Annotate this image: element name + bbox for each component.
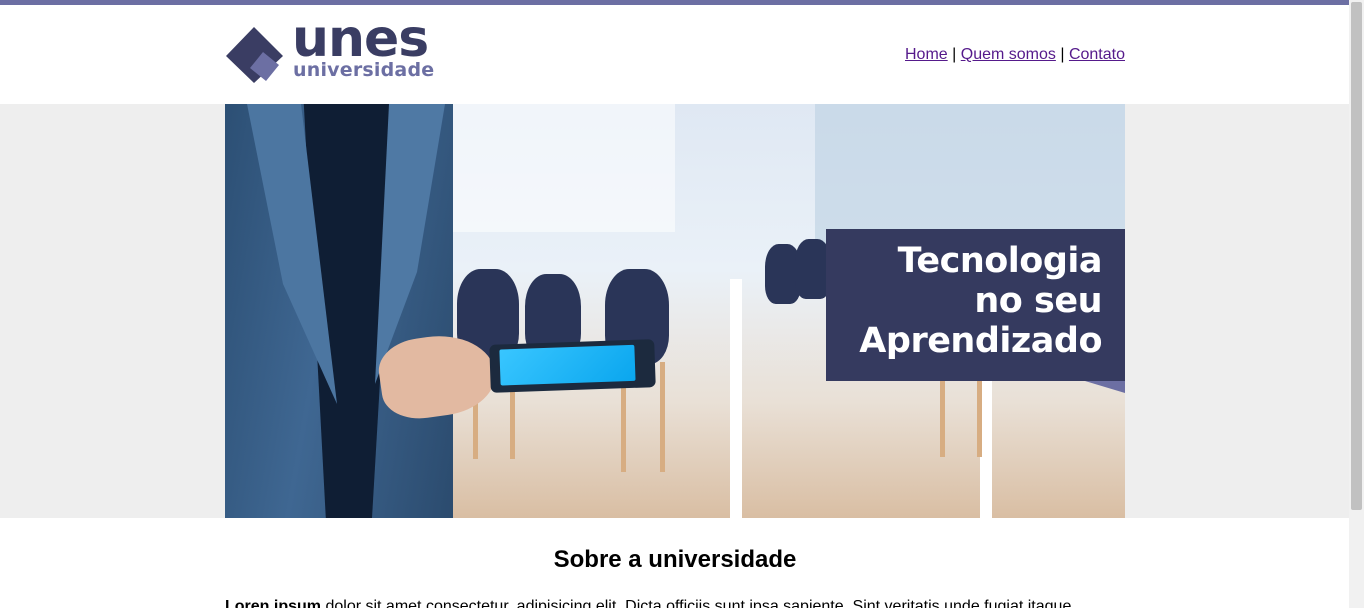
intro-paragraph: Loren ipsum dolor sit amet consectetur, … [225, 596, 1125, 608]
hero-chair-leg [660, 362, 665, 472]
nav-link-quem-somos[interactable]: Quem somos [961, 46, 1056, 63]
hero-tagline-line: Aprendizado [859, 321, 1102, 361]
logo-wordmark: unes [292, 9, 429, 69]
hero-table-leg [730, 279, 742, 518]
section-title: Sobre a universidade [553, 546, 797, 573]
scrollbar-thumb[interactable] [1351, 2, 1362, 510]
tablet-screen [499, 344, 636, 386]
hero-tagline: Tecnologia no seu Aprendizado [859, 241, 1102, 361]
main-content: Sobre a universidade Loren ipsum dolor s… [225, 518, 1125, 608]
unes-logo[interactable]: unes universidade [225, 13, 440, 85]
site-header: unes universidade Home | Quem somos | Co… [0, 5, 1349, 104]
page: unes universidade Home | Quem somos | Co… [0, 0, 1364, 608]
hero-tagline-box: Tecnologia no seu Aprendizado [826, 229, 1125, 381]
nav-separator: | [1060, 46, 1065, 63]
hero-tagline-line: no seu [974, 281, 1102, 321]
vertical-scrollbar[interactable] [1349, 0, 1364, 608]
nav-link-contato[interactable]: Contato [1069, 46, 1125, 63]
intro-text: dolor sit amet consectetur, adipisicing … [321, 598, 1076, 608]
hero-band: Tecnologia no seu Aprendizado [0, 104, 1349, 518]
hero-tagline-accent [1085, 381, 1125, 393]
logo-diamond-icon [226, 27, 283, 83]
main-nav: Home | Quem somos | Contato [905, 46, 1125, 64]
nav-separator: | [952, 46, 957, 63]
hero-background-whiteboard [435, 104, 675, 232]
logo-subtitle: universidade [293, 59, 435, 81]
hero-banner: Tecnologia no seu Aprendizado [225, 104, 1125, 518]
nav-link-home[interactable]: Home [905, 46, 948, 63]
intro-bold: Loren ipsum [225, 598, 322, 608]
tablet-device-icon [489, 339, 656, 393]
hero-tagline-line: Tecnologia [897, 241, 1103, 281]
